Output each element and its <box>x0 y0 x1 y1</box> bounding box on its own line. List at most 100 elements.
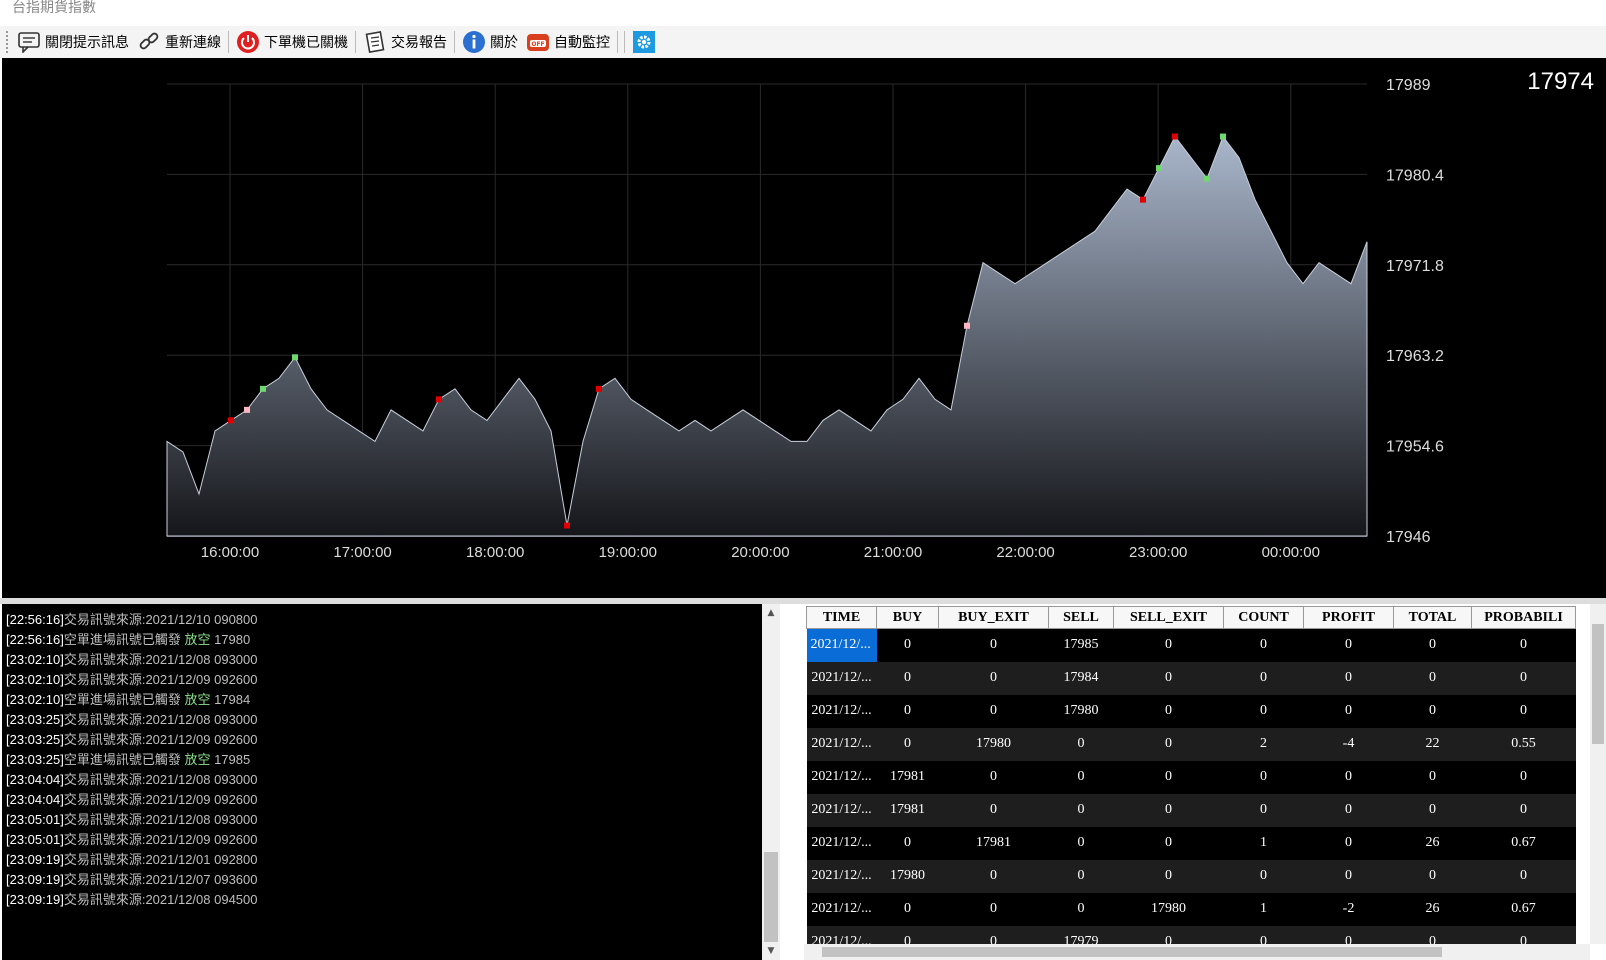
table-cell[interactable]: 0 <box>876 892 939 926</box>
column-header-profit[interactable]: PROFIT <box>1303 606 1394 629</box>
table-cell[interactable]: 0 <box>938 793 1049 827</box>
table-cell[interactable]: 2021/12/... <box>806 694 877 728</box>
table-cell[interactable]: 0 <box>1223 859 1304 893</box>
table-cell[interactable]: 2021/12/... <box>806 628 877 662</box>
table-cell[interactable]: 0 <box>938 760 1049 794</box>
table-cell[interactable]: 0 <box>1471 793 1576 827</box>
column-header-time[interactable]: TIME <box>806 606 877 629</box>
table-cell[interactable]: 0 <box>1113 760 1224 794</box>
column-header-count[interactable]: COUNT <box>1223 606 1304 629</box>
table-cell[interactable]: 0 <box>1393 859 1472 893</box>
table-cell[interactable]: 0 <box>1113 859 1224 893</box>
auto-monitor-button[interactable]: OFF 自動監控 <box>522 28 614 56</box>
table-cell[interactable]: 17981 <box>876 760 939 794</box>
scroll-up-icon[interactable]: ▲ <box>762 604 780 622</box>
table-cell[interactable]: 0 <box>1303 793 1394 827</box>
trade-report-button[interactable]: 交易報告 <box>359 28 451 56</box>
column-header-sell_exit[interactable]: SELL_EXIT <box>1113 606 1224 629</box>
table-cell[interactable]: 0 <box>938 694 1049 728</box>
table-cell[interactable]: 0 <box>1223 628 1304 662</box>
table-cell[interactable]: 0 <box>1223 760 1304 794</box>
table-cell[interactable]: 0 <box>938 859 1049 893</box>
table-cell[interactable]: -4 <box>1303 727 1394 761</box>
log-scroll-thumb[interactable] <box>764 852 778 942</box>
table-cell[interactable]: 26 <box>1393 826 1472 860</box>
table-cell[interactable]: 0 <box>1223 793 1304 827</box>
table-cell[interactable]: 2021/12/... <box>806 793 877 827</box>
table-cell[interactable]: 0 <box>1113 826 1224 860</box>
table-cell[interactable]: 0 <box>1048 859 1114 893</box>
table-cell[interactable]: 17981 <box>876 793 939 827</box>
table-cell[interactable]: 0 <box>1303 694 1394 728</box>
table-cell[interactable]: 0 <box>1048 727 1114 761</box>
table-cell[interactable]: 26 <box>1393 892 1472 926</box>
log-scrollbar[interactable]: ▲ ▼ <box>762 604 780 960</box>
scroll-down-icon[interactable]: ▼ <box>762 942 780 960</box>
table-cell[interactable]: 17980 <box>938 727 1049 761</box>
table-cell[interactable]: 0 <box>876 628 939 662</box>
table-cell[interactable]: 17984 <box>1048 661 1114 695</box>
column-header-sell[interactable]: SELL <box>1048 606 1114 629</box>
table-row[interactable]: 2021/12/... 0 0 0 17980 1 -2 26 0.67 <box>806 892 1576 926</box>
table-cell[interactable]: 0 <box>1471 760 1576 794</box>
table-cell[interactable]: 1 <box>1223 826 1304 860</box>
table-cell[interactable]: 1 <box>1223 892 1304 926</box>
column-header-probabili[interactable]: PROBABILI <box>1471 606 1576 629</box>
table-cell[interactable]: -2 <box>1303 892 1394 926</box>
table-row[interactable]: 2021/12/... 0 0 17985 0 0 0 0 0 <box>806 628 1576 662</box>
grid-vertical-scrollbar[interactable] <box>1590 604 1606 944</box>
table-cell[interactable]: 0 <box>1113 793 1224 827</box>
table-cell[interactable]: 0 <box>1471 661 1576 695</box>
table-cell[interactable]: 0 <box>1113 628 1224 662</box>
table-cell[interactable]: 0 <box>938 892 1049 926</box>
table-cell[interactable]: 17980 <box>876 859 939 893</box>
table-cell[interactable]: 0 <box>1048 826 1114 860</box>
table-cell[interactable]: 17981 <box>938 826 1049 860</box>
table-cell[interactable]: 2021/12/... <box>806 661 877 695</box>
table-cell[interactable]: 0 <box>1471 694 1576 728</box>
table-cell[interactable]: 0 <box>1393 661 1472 695</box>
table-row[interactable]: 2021/12/... 0 17980 0 0 2 -4 22 0.55 <box>806 727 1576 761</box>
table-cell[interactable]: 0 <box>1393 694 1472 728</box>
close-notification-button[interactable]: 關閉提示訊息 <box>13 28 133 56</box>
table-cell[interactable]: 2021/12/... <box>806 760 877 794</box>
table-cell[interactable]: 17980 <box>1113 892 1224 926</box>
table-cell[interactable]: 0 <box>1303 859 1394 893</box>
table-row[interactable]: 2021/12/... 0 0 17980 0 0 0 0 0 <box>806 694 1576 728</box>
table-cell[interactable]: 22 <box>1393 727 1472 761</box>
table-cell[interactable]: 0 <box>1471 628 1576 662</box>
table-cell[interactable]: 0.67 <box>1471 826 1576 860</box>
table-cell[interactable]: 0 <box>876 694 939 728</box>
column-header-buy_exit[interactable]: BUY_EXIT <box>938 606 1049 629</box>
order-machine-button[interactable]: 下單機已關機 <box>232 28 352 56</box>
table-cell[interactable]: 0 <box>1113 661 1224 695</box>
table-cell[interactable]: 0 <box>1048 892 1114 926</box>
settings-button[interactable] <box>628 28 664 56</box>
table-cell[interactable]: 0 <box>1113 694 1224 728</box>
table-cell[interactable]: 0.55 <box>1471 727 1576 761</box>
table-cell[interactable]: 0 <box>1393 760 1472 794</box>
table-row[interactable]: 2021/12/... 17980 0 0 0 0 0 0 0 <box>806 859 1576 893</box>
table-row[interactable]: 2021/12/... 0 0 17984 0 0 0 0 0 <box>806 661 1576 695</box>
table-cell[interactable]: 2021/12/... <box>806 826 877 860</box>
grid-vscroll-thumb[interactable] <box>1592 624 1604 744</box>
table-row[interactable]: 2021/12/... 17981 0 0 0 0 0 0 0 <box>806 793 1576 827</box>
table-cell[interactable]: 0 <box>1048 793 1114 827</box>
price-chart[interactable]: 17989 17980.4 17971.8 17963.2 17954.6 17946 1… <box>2 58 1606 598</box>
table-cell[interactable]: 0 <box>1303 661 1394 695</box>
table-cell[interactable]: 0.67 <box>1471 892 1576 926</box>
table-cell[interactable]: 0 <box>1303 760 1394 794</box>
table-cell[interactable]: 2021/12/... <box>806 859 877 893</box>
table-cell[interactable]: 0 <box>1223 661 1304 695</box>
table-cell[interactable]: 17985 <box>1048 628 1114 662</box>
table-cell[interactable]: 0 <box>876 661 939 695</box>
column-header-total[interactable]: TOTAL <box>1393 606 1472 629</box>
grid-hscroll-thumb[interactable] <box>822 947 1442 957</box>
grid-horizontal-scrollbar[interactable] <box>804 944 1590 960</box>
table-cell[interactable]: 2 <box>1223 727 1304 761</box>
column-header-buy[interactable]: BUY <box>876 606 939 629</box>
about-button[interactable]: 關於 <box>458 28 522 56</box>
table-cell[interactable]: 0 <box>876 826 939 860</box>
table-cell[interactable]: 2021/12/... <box>806 892 877 926</box>
table-cell[interactable]: 17980 <box>1048 694 1114 728</box>
